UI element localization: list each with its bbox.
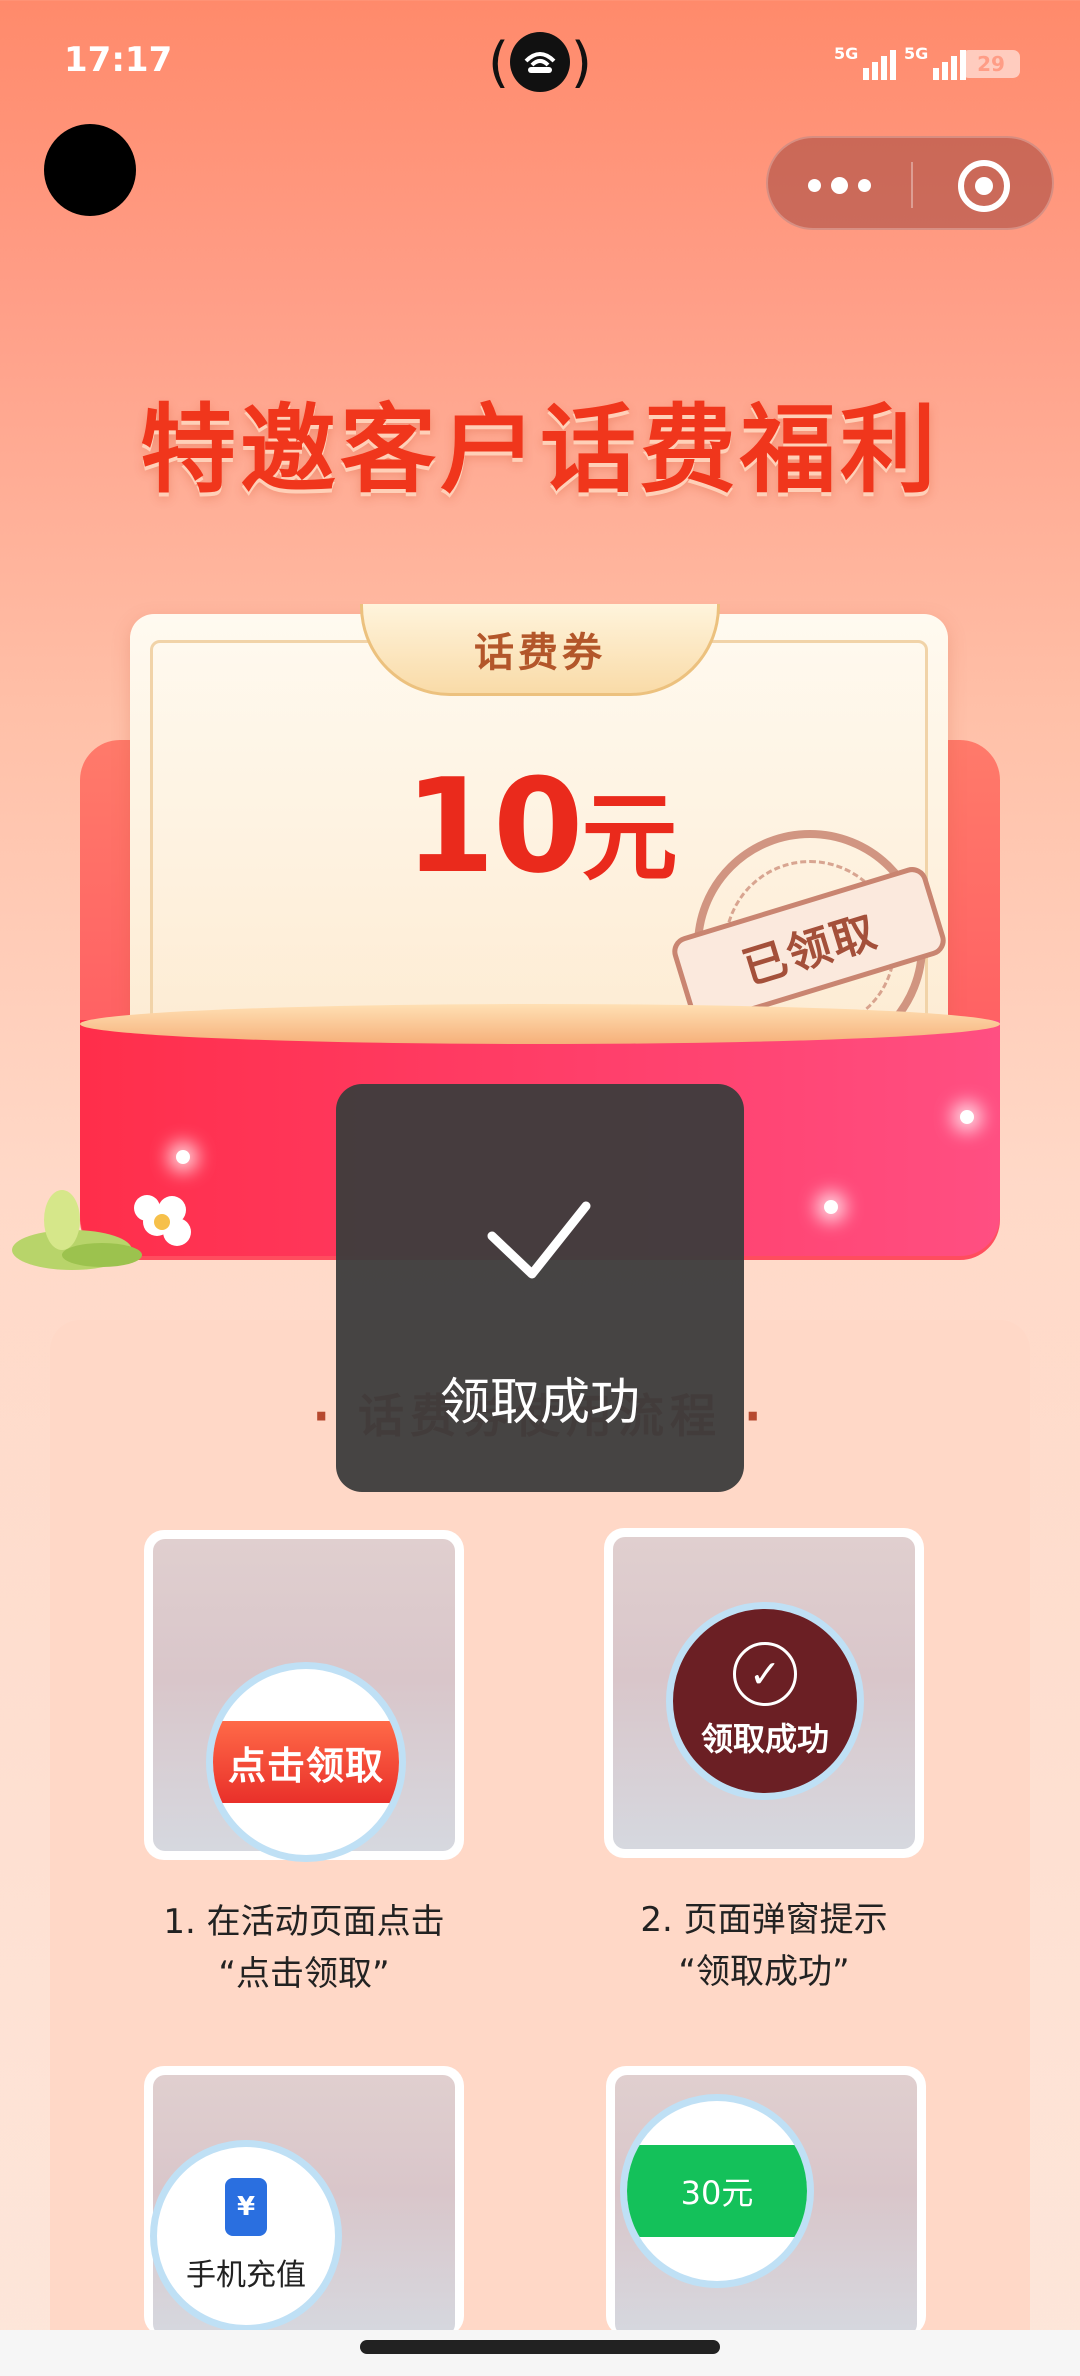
capsule-divider: [911, 162, 913, 208]
signal-label: 5G: [834, 44, 859, 63]
envelope-lip: [80, 1004, 1000, 1044]
step-1-caption-line2: “点击领取”: [218, 1954, 390, 1994]
sparkle-icon: [824, 1200, 838, 1214]
step-1-lens-text: 点击领取: [213, 1721, 399, 1803]
step-2-lens: ✓ 领取成功: [666, 1602, 864, 1800]
step-2-caption: 2. 页面弹窗提示 “领取成功”: [554, 1894, 974, 1998]
step-4-lens-text: 30元: [627, 2145, 807, 2237]
sparkle-icon: [176, 1150, 190, 1164]
coupon-amount-unit: 元: [581, 782, 677, 894]
page-title: 特邀客户话费福利: [140, 394, 940, 506]
sparkle-icon: [960, 1110, 974, 1124]
step-1-lens: 点击领取: [206, 1662, 406, 1862]
home-indicator[interactable]: [360, 2340, 720, 2354]
step-2-caption-line2: “领取成功”: [678, 1952, 850, 1992]
step-2-lens-text: 领取成功: [700, 1720, 829, 1758]
status-bar: 17:17 ( ) 5G 5G 29: [0, 0, 1080, 120]
step-3-lens: ¥ 手机充值: [150, 2140, 342, 2332]
step-2-caption-line1: 2. 页面弹窗提示: [640, 1900, 888, 1940]
step-4-lens: 30元: [620, 2094, 814, 2288]
check-icon: ✓: [733, 1642, 797, 1706]
close-miniprogram-icon[interactable]: [958, 160, 1010, 212]
success-toast: 领取成功: [336, 1084, 744, 1492]
phone-recharge-icon: ¥: [225, 2178, 267, 2236]
step-1-caption-line1: 1. 在活动页面点击: [163, 1902, 445, 1942]
status-time: 17:17: [64, 40, 173, 80]
avatar[interactable]: [44, 124, 136, 216]
flower-decoration-icon: [12, 1190, 191, 1270]
step-1-caption: 1. 在活动页面点击 “点击领取”: [94, 1896, 514, 2000]
signal-icon: 5G: [834, 44, 897, 80]
coupon-amount-value: 10: [404, 750, 584, 902]
toast-text: 领取成功: [440, 1373, 640, 1431]
coupon-tab-label: 话费券: [360, 604, 720, 696]
hotspot-icon: ( ): [488, 30, 592, 94]
battery-icon: 29: [962, 50, 1020, 78]
capsule-menu: [766, 136, 1054, 230]
more-icon[interactable]: [768, 138, 911, 232]
check-icon: [487, 1201, 591, 1279]
signal-label-2: 5G: [904, 44, 929, 63]
step-3-lens-text: 手机充值: [186, 2258, 306, 2293]
signal-icon-2: 5G: [904, 44, 967, 80]
